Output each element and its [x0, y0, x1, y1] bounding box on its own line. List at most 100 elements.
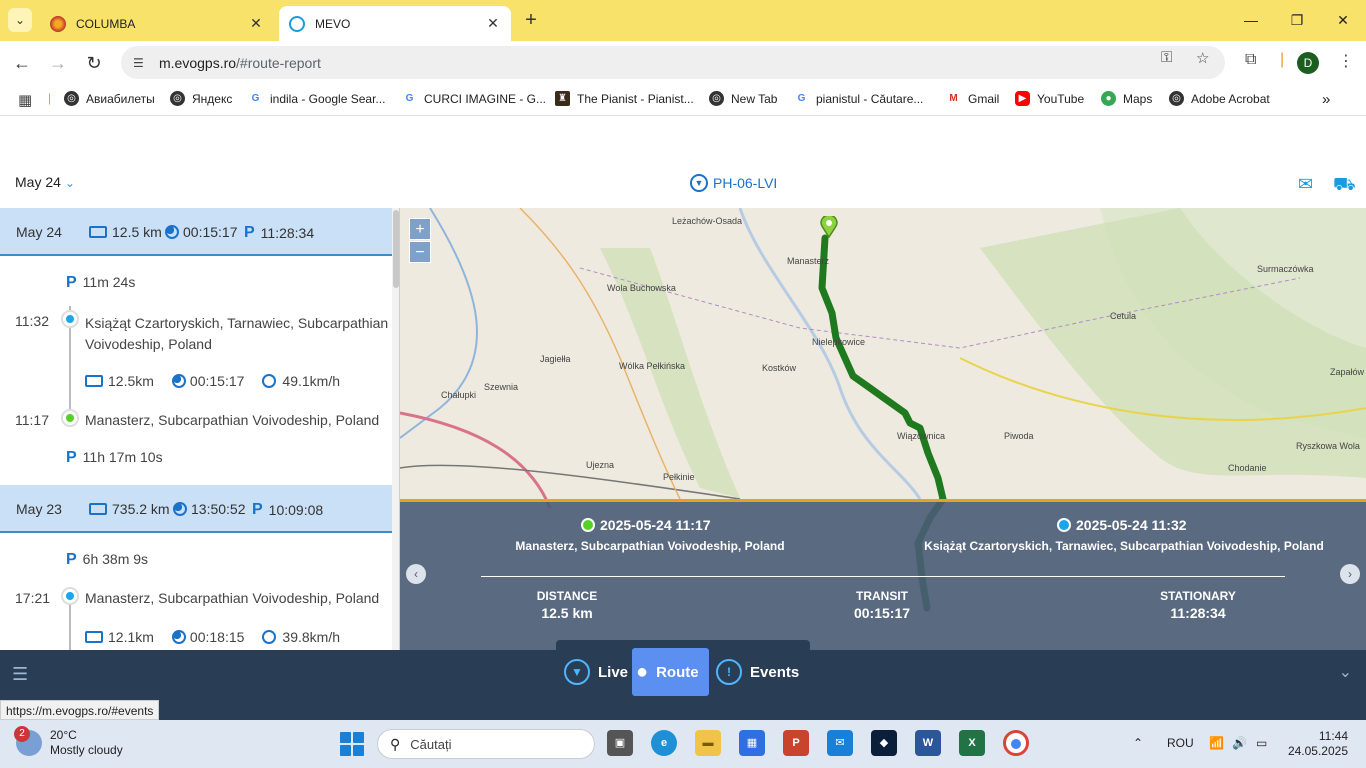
- back-button[interactable]: ←: [9, 50, 35, 76]
- map-place-label: Leżachów-Osada: [672, 216, 743, 226]
- chrome-icon[interactable]: [1003, 730, 1029, 756]
- globe-icon: ◎: [170, 91, 185, 106]
- route-map[interactable]: Leżachów-Osada Manasterz Wola Buchowska …: [400, 208, 1366, 650]
- map-place-label: Zapałów: [1330, 367, 1365, 377]
- distance-label: DISTANCE: [536, 589, 598, 603]
- browser-menu-icon[interactable]: ⋮: [1338, 51, 1354, 71]
- day-summary-row[interactable]: May 24 12.5 km 00:15:17 P 11:28:34: [0, 208, 392, 256]
- minimize-window-button[interactable]: —: [1239, 8, 1263, 32]
- date-selector[interactable]: May 24 ⌄: [15, 174, 75, 190]
- tab-mevo[interactable]: MEVO ✕: [279, 6, 511, 41]
- battery-icon[interactable]: ▭: [1256, 736, 1267, 750]
- tab-route[interactable]: ● Route: [632, 648, 709, 696]
- bookmark-item[interactable]: Gpianistul - Căutare...: [794, 91, 923, 106]
- bookmark-item[interactable]: ♜ The Pianist - Pianist...: [555, 91, 694, 106]
- password-key-icon[interactable]: ⚿: [1161, 49, 1172, 66]
- scrollbar-thumb[interactable]: [393, 210, 399, 288]
- tab-title: COLUMBA: [76, 16, 136, 31]
- store-icon[interactable]: ▦: [739, 730, 765, 756]
- start-pin-icon[interactable]: [820, 214, 838, 239]
- vehicle-selector[interactable]: ▼ PH-06-LVI: [690, 174, 777, 192]
- word-icon[interactable]: W: [915, 730, 941, 756]
- site-info-icon[interactable]: ☰: [133, 56, 149, 70]
- stop-address[interactable]: Książąt Czartoryskich, Tarnawiec, Subcar…: [85, 313, 392, 355]
- vehicle-search-icon[interactable]: ⛟: [1333, 174, 1356, 198]
- new-tab-button[interactable]: +: [519, 9, 543, 33]
- bookmark-item[interactable]: G CURCI IMAGINE - G...: [402, 91, 546, 106]
- trip-stats-row[interactable]: 12.5km 00:15:17 49.1km/h: [85, 373, 340, 389]
- bookmark-item[interactable]: ◎ Яндекс: [170, 91, 232, 106]
- next-arrow-icon[interactable]: ›: [1340, 564, 1360, 584]
- mail-icon[interactable]: ✉: [1298, 174, 1313, 195]
- edge-icon[interactable]: e: [651, 730, 677, 756]
- toolbar-divider: |: [1280, 51, 1285, 68]
- trip-stats-row[interactable]: 12.1km 00:18:15 39.8km/h: [85, 629, 340, 645]
- tab-events[interactable]: ! Events: [716, 648, 806, 696]
- address-bar[interactable]: ☰ m.evogps.ro/#route-report: [121, 46, 1225, 79]
- zoom-in-button[interactable]: +: [409, 218, 431, 240]
- bookmark-star-icon[interactable]: ☆: [1196, 49, 1209, 67]
- restore-window-button[interactable]: ❐: [1285, 8, 1309, 32]
- tab-columba[interactable]: COLUMBA ✕: [40, 6, 274, 41]
- mail-app-icon[interactable]: ✉: [827, 730, 853, 756]
- windows-start-icon[interactable]: [340, 732, 364, 756]
- notification-badge: 2: [14, 726, 30, 742]
- tab-live[interactable]: ▼ Live: [564, 648, 634, 696]
- bookmark-item[interactable]: ▶ YouTube: [1015, 91, 1084, 106]
- bookmark-item[interactable]: ◎ New Tab: [709, 91, 777, 106]
- tab-search-button[interactable]: ⌄: [8, 8, 32, 32]
- profile-avatar[interactable]: D: [1297, 52, 1319, 74]
- parking-icon: P: [66, 274, 77, 291]
- map-place-label: Jagiełła: [540, 354, 571, 364]
- timeline-line: [69, 604, 71, 650]
- task-view-icon[interactable]: ▣: [607, 730, 633, 756]
- collapse-chevron-icon[interactable]: ⌄: [1339, 662, 1352, 682]
- forward-button[interactable]: →: [45, 50, 71, 76]
- weather-widget[interactable]: 2 20°C Mostly cloudy: [14, 726, 123, 758]
- previous-arrow-icon[interactable]: ‹: [406, 564, 426, 584]
- temperature: 20°C: [50, 728, 77, 742]
- show-hidden-icons-chevron-icon[interactable]: ⌃: [1133, 736, 1143, 750]
- hamburger-menu-icon[interactable]: ☰: [12, 664, 28, 685]
- taskbar-search[interactable]: ⚲ Căutați: [377, 729, 595, 759]
- stationary-label: STATIONARY: [1160, 589, 1236, 603]
- distance-icon: [89, 226, 107, 238]
- list-scrollbar[interactable]: [392, 208, 399, 650]
- system-clock[interactable]: 11:44 24.05.2025: [1286, 729, 1348, 759]
- close-tab-icon[interactable]: ✕: [483, 15, 503, 32]
- day-duration: 13:50:52: [191, 501, 246, 517]
- wifi-icon[interactable]: 📶: [1209, 736, 1224, 750]
- stop-marker-icon: [61, 587, 79, 605]
- powerpoint-icon[interactable]: P: [783, 730, 809, 756]
- more-bookmarks-icon[interactable]: »: [1322, 91, 1330, 108]
- live-nav-icon: ▼: [564, 659, 590, 685]
- bookmark-item[interactable]: M Gmail: [946, 91, 999, 106]
- bookmark-item[interactable]: ◎ Авиабилеты: [64, 91, 155, 106]
- start-dot-icon: [581, 518, 595, 532]
- file-explorer-icon[interactable]: ▬: [695, 730, 721, 756]
- duration-icon: [165, 225, 179, 239]
- bookmark-item[interactable]: ● Maps: [1101, 91, 1152, 106]
- bookmark-item[interactable]: Gindila - Google Sear...: [248, 91, 385, 106]
- excel-icon[interactable]: X: [959, 730, 985, 756]
- bookmark-item[interactable]: ◎ Adobe Acrobat: [1169, 91, 1270, 106]
- stop-address[interactable]: Manasterz, Subcarpathian Voivodeship, Po…: [85, 412, 379, 428]
- language-indicator[interactable]: ROU: [1167, 736, 1194, 750]
- day-summary-row[interactable]: May 23 735.2 km 13:50:52 P 10:09:08: [0, 485, 392, 533]
- url-text[interactable]: m.evogps.ro/#route-report: [159, 55, 321, 71]
- volume-icon[interactable]: 🔊: [1232, 736, 1247, 750]
- stop-marker-icon: [61, 310, 79, 328]
- route-report-list: May 24 12.5 km 00:15:17 P 11:28:34 P 11m 2…: [0, 208, 400, 650]
- extensions-icon[interactable]: ⧉: [1245, 51, 1256, 69]
- map-place-label: Wola Buchowska: [607, 283, 676, 293]
- close-window-button[interactable]: ✕: [1331, 8, 1355, 32]
- map-place-label: Szewnia: [484, 382, 519, 392]
- apps-grid-icon[interactable]: ▦: [18, 91, 32, 109]
- map-place-label: Wólka Pełkińska: [619, 361, 686, 371]
- reload-button[interactable]: ↻: [81, 50, 107, 76]
- close-tab-icon[interactable]: ✕: [246, 15, 266, 32]
- dropbox-icon[interactable]: ◆: [871, 730, 897, 756]
- zoom-out-button[interactable]: −: [409, 241, 431, 263]
- stop-address[interactable]: Manasterz, Subcarpathian Voivodeship, Po…: [85, 590, 379, 606]
- day-distance: 735.2 km: [112, 501, 170, 517]
